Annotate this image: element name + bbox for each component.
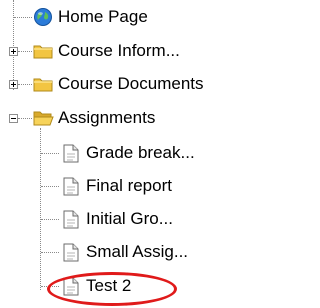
tree-connector <box>18 84 32 85</box>
tree-item-label: Home Page <box>58 7 148 26</box>
tree-item-final-report[interactable]: Final report <box>60 173 172 199</box>
tree-connector <box>41 219 59 220</box>
tree-item-course-documents[interactable]: Course Documents <box>32 71 204 97</box>
folder-icon <box>32 74 54 94</box>
tree-connector <box>18 118 32 119</box>
open-folder-icon <box>32 108 54 128</box>
tree-item-test-2[interactable]: Test 2 <box>60 273 131 299</box>
tree-item-label: Grade break... <box>86 143 195 162</box>
tree-item-initial-group[interactable]: Initial Gro... <box>60 206 173 232</box>
collapse-toggle-assignments[interactable] <box>9 114 18 123</box>
tree-item-label: Course Inform... <box>58 41 180 60</box>
tree-connector <box>14 17 32 18</box>
folder-icon <box>32 41 54 61</box>
document-icon <box>60 242 82 262</box>
expand-toggle-course-documents[interactable] <box>9 80 18 89</box>
tree-connector <box>41 252 59 253</box>
tree-connector <box>41 153 59 154</box>
globe-icon <box>32 7 54 27</box>
document-icon <box>60 143 82 163</box>
tree-connector <box>13 0 14 90</box>
tree-item-label: Initial Gro... <box>86 209 173 228</box>
document-icon <box>60 276 82 296</box>
course-tree: Home Page Course Inform... Course Docume… <box>0 0 276 308</box>
tree-item-label: Small Assig... <box>86 242 189 261</box>
expand-toggle-course-information[interactable] <box>9 47 18 56</box>
tree-item-label: Final report <box>86 176 172 195</box>
tree-connector <box>41 286 59 287</box>
tree-item-small-assignment[interactable]: Small Assig... <box>60 239 188 265</box>
document-icon <box>60 209 82 229</box>
tree-item-home-page[interactable]: Home Page <box>32 4 148 30</box>
tree-connector <box>18 51 32 52</box>
tree-item-grade-breakdown[interactable]: Grade break... <box>60 140 195 166</box>
tree-item-course-information[interactable]: Course Inform... <box>32 38 180 64</box>
tree-item-label: Test 2 <box>86 276 132 295</box>
tree-item-label: Course Documents <box>58 74 204 93</box>
tree-connector <box>41 186 59 187</box>
tree-item-label: Assignments <box>58 108 156 127</box>
tree-item-assignments[interactable]: Assignments <box>32 105 155 131</box>
document-icon <box>60 176 82 196</box>
